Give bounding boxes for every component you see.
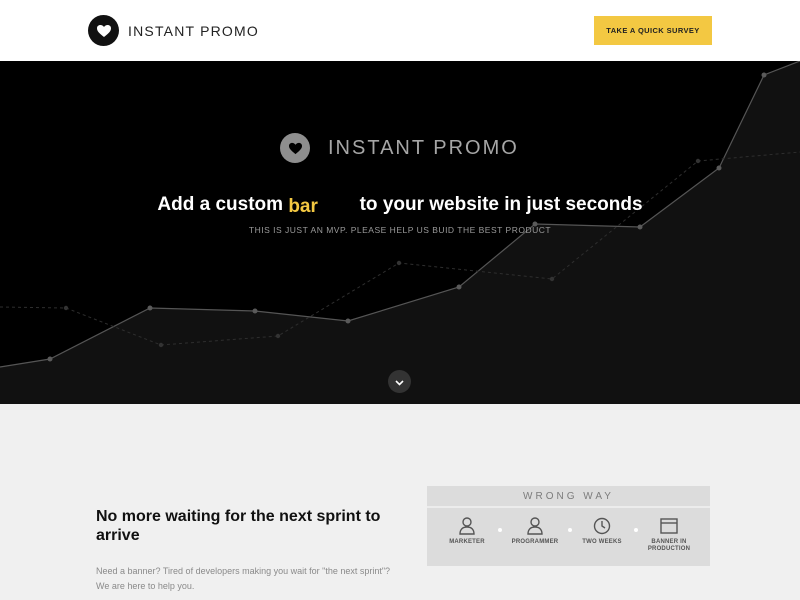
clock-icon [572, 516, 632, 536]
wrong-way-heading: WRONG WAY [427, 486, 710, 508]
wrong-way-panel: WRONG WAY MARKETER PROGRAMMER TWO WEEKS … [427, 486, 710, 566]
hero-subline: THIS IS JUST AN MVP. PLEASE HELP US BUID… [248, 225, 552, 235]
headline-highlight: bar [288, 196, 318, 217]
step-marketer: MARKETER [437, 516, 497, 546]
headline-start: Add a custom [157, 194, 284, 215]
features-section: No more waiting for the next sprint to a… [0, 404, 800, 600]
step-separator-dot [634, 528, 638, 532]
hero-headline: Add a custom bar to your website in just… [0, 194, 800, 217]
chevron-down-icon [395, 374, 404, 389]
section-description: Need a banner? Tired of developers makin… [96, 566, 391, 591]
wrong-way-steps: MARKETER PROGRAMMER TWO WEEKS BANNER IN … [427, 508, 710, 564]
step-label: MARKETER [449, 539, 485, 545]
step-label: TWO WEEKS [582, 539, 622, 545]
heart-icon [280, 133, 310, 163]
step-separator-dot [498, 528, 502, 532]
headline-end: to your website in just seconds [359, 194, 643, 215]
scroll-down-button[interactable] [388, 370, 411, 393]
brand-name: INSTANT PROMO [128, 22, 259, 39]
step-programmer: PROGRAMMER [505, 516, 565, 546]
step-label: PROGRAMMER [511, 539, 559, 545]
step-two-weeks: TWO WEEKS [572, 516, 632, 546]
brand-logo[interactable]: INSTANT PROMO [88, 15, 259, 46]
hero-section: INSTANT PROMO Add a custom bar to your w… [0, 61, 800, 404]
heart-icon [88, 15, 119, 46]
section-title: No more waiting for the next sprint to a… [96, 508, 381, 544]
take-survey-button[interactable]: TAKE A QUICK SURVEY [594, 16, 712, 45]
step-label: BANNER IN PRODUCTION [647, 539, 691, 552]
person-icon [437, 516, 497, 536]
top-header: INSTANT PROMO TAKE A QUICK SURVEY [0, 0, 800, 61]
step-banner-in-production: BANNER IN PRODUCTION [639, 516, 699, 553]
person-icon [505, 516, 565, 536]
hero-brand-logo: INSTANT PROMO [280, 133, 519, 163]
browser-window-icon [639, 516, 699, 536]
hero-brand-name: INSTANT PROMO [328, 136, 519, 159]
